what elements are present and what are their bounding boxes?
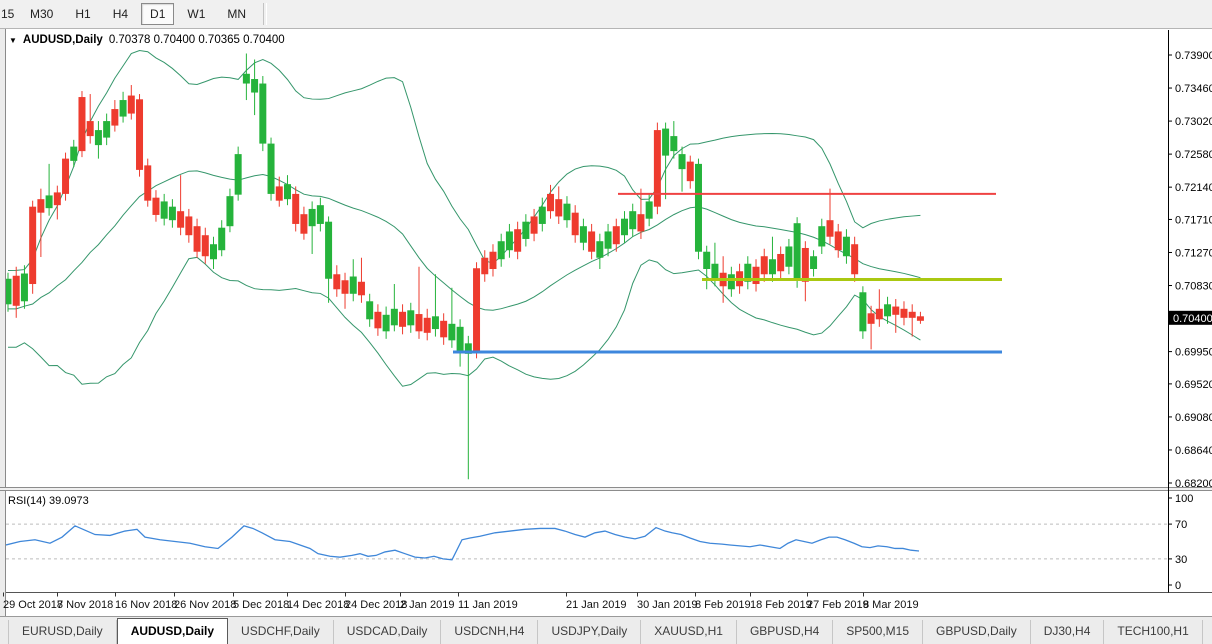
- svg-text:0.71270: 0.71270: [1175, 247, 1212, 259]
- quote-line: ▼ AUDUSD,Daily 0.70378 0.70400 0.70365 0…: [9, 34, 285, 46]
- chart-tab-bar: EURUSD,DailyAUDUSD,DailyUSDCHF,DailyUSDC…: [0, 616, 1212, 644]
- svg-text:30: 30: [1175, 554, 1187, 566]
- ohlc-values: 0.70378 0.70400 0.70365 0.70400: [109, 34, 285, 46]
- svg-text:18 Feb 2019: 18 Feb 2019: [750, 599, 812, 611]
- svg-text:70: 70: [1175, 519, 1187, 531]
- chart-tab-USDCAD-Daily[interactable]: USDCAD,Daily: [334, 620, 442, 644]
- svg-text:21 Jan 2019: 21 Jan 2019: [566, 599, 627, 611]
- svg-text:0.73900: 0.73900: [1175, 50, 1212, 62]
- chart-tab-USDJPY-Daily[interactable]: USDJPY,Daily: [538, 620, 641, 644]
- svg-text:8 Mar 2019: 8 Mar 2019: [863, 599, 919, 611]
- svg-text:7 Nov 2018: 7 Nov 2018: [57, 599, 113, 611]
- svg-text:0.72580: 0.72580: [1175, 149, 1212, 161]
- svg-text:0.71710: 0.71710: [1175, 214, 1212, 226]
- svg-text:14 Dec 2018: 14 Dec 2018: [287, 599, 349, 611]
- chart-tab-GBPUSD-Daily[interactable]: GBPUSD,Daily: [923, 620, 1031, 644]
- svg-text:0: 0: [1175, 580, 1181, 592]
- svg-text:0.68200: 0.68200: [1175, 478, 1212, 490]
- chart-tab-XAUUSD-H1[interactable]: XAUUSD,H1: [641, 620, 737, 644]
- svg-text:24 Dec 2018: 24 Dec 2018: [345, 599, 407, 611]
- svg-text:5 Dec 2018: 5 Dec 2018: [233, 599, 289, 611]
- svg-text:11 Jan 2019: 11 Jan 2019: [458, 599, 518, 611]
- timeframe-button-M30[interactable]: M30: [21, 3, 62, 25]
- svg-text:0.69520: 0.69520: [1175, 379, 1212, 391]
- svg-text:100: 100: [1175, 493, 1193, 505]
- toolbar-separator: [263, 3, 267, 25]
- chart-tab-USDCHF-Daily[interactable]: USDCHF,Daily: [228, 620, 334, 644]
- svg-text:2 Jan 2019: 2 Jan 2019: [400, 599, 454, 611]
- svg-text:26 Nov 2018: 26 Nov 2018: [174, 599, 236, 611]
- svg-text:29 Oct 2018: 29 Oct 2018: [3, 599, 63, 611]
- symbol-dropdown-icon[interactable]: ▼: [9, 36, 17, 45]
- chart-tab-TECH100-H1[interactable]: TECH100,H1: [1104, 620, 1202, 644]
- svg-text:0.73460: 0.73460: [1175, 83, 1212, 95]
- timeframe-button-H4[interactable]: H4: [104, 3, 137, 25]
- svg-text:0.69950: 0.69950: [1175, 347, 1212, 359]
- chart-window[interactable]: 0.73900 0.73460 0.73020 0.72580 0.72140 0.717…: [0, 29, 1212, 616]
- chart-tab-DJ30-H4[interactable]: DJ30,H4: [1031, 620, 1105, 644]
- timeframe-button-MN[interactable]: MN: [218, 3, 255, 25]
- timeframe-button-D1[interactable]: D1: [141, 3, 174, 25]
- timeframe-toolbar: 15M30H1H4D1W1MN: [0, 0, 1212, 29]
- svg-text:16 Nov 2018: 16 Nov 2018: [115, 599, 177, 611]
- svg-text:0.69080: 0.69080: [1175, 412, 1212, 424]
- svg-text:27 Feb 2019: 27 Feb 2019: [807, 599, 869, 611]
- chart-tab-AUDUSD-Daily[interactable]: AUDUSD,Daily: [117, 618, 228, 644]
- svg-text:30 Jan 2019: 30 Jan 2019: [637, 599, 698, 611]
- timeframe-button-W1[interactable]: W1: [178, 3, 214, 25]
- chart-tab-USDCNH-H4[interactable]: USDCNH,H4: [441, 620, 538, 644]
- svg-text:0.70400: 0.70400: [1173, 313, 1212, 325]
- svg-text:8 Feb 2019: 8 Feb 2019: [695, 599, 751, 611]
- rsi-indicator-label: RSI(14) 39.0973: [8, 495, 89, 507]
- chart-tab-UKC[interactable]: UKC: [1203, 620, 1212, 644]
- svg-text:0.70830: 0.70830: [1175, 281, 1212, 293]
- timeframe-button-H1[interactable]: H1: [66, 3, 99, 25]
- svg-text:0.68640: 0.68640: [1175, 445, 1212, 457]
- chart-tab-GBPUSD-H4[interactable]: GBPUSD,H4: [737, 620, 833, 644]
- chart-tab-EURUSD-Daily[interactable]: EURUSD,Daily: [8, 620, 117, 644]
- svg-text:0.73020: 0.73020: [1175, 116, 1212, 128]
- chart-tab-SP500-M15[interactable]: SP500,M15: [833, 620, 923, 644]
- timeframe-button-15[interactable]: 15: [0, 3, 17, 25]
- svg-text:0.72140: 0.72140: [1175, 182, 1212, 194]
- chart-canvas[interactable]: 0.73900 0.73460 0.73020 0.72580 0.72140 0.717…: [0, 29, 1212, 616]
- symbol-period-label: AUDUSD,Daily: [23, 34, 103, 46]
- mt4-application-window: 15M30H1H4D1W1MN 0.739000.734600.730200.7…: [0, 0, 1212, 644]
